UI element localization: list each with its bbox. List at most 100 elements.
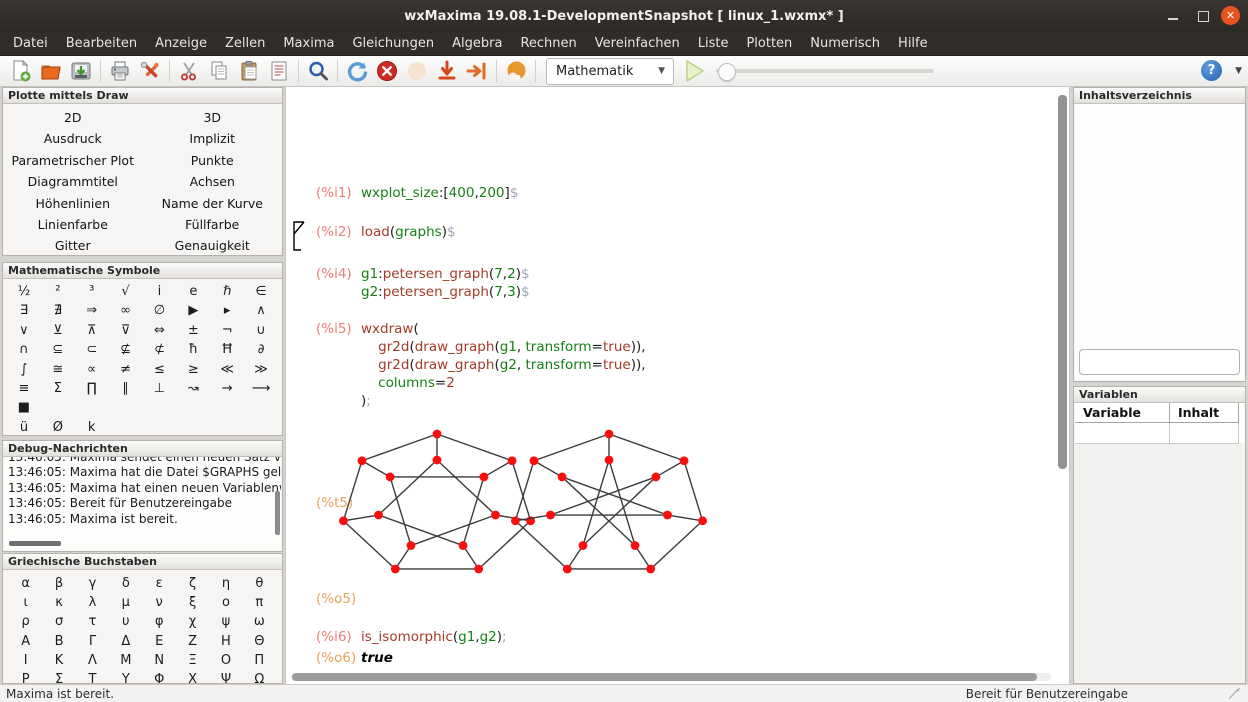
menu-item-maxima[interactable]: Maxima	[274, 32, 343, 55]
math-symbol-button[interactable]: ▶	[176, 301, 210, 320]
greek-letter-button[interactable]: ζ	[176, 574, 209, 593]
table-row[interactable]	[1075, 423, 1239, 444]
math-symbol-button[interactable]: ∫	[7, 360, 41, 379]
select-text-icon[interactable]	[266, 58, 292, 84]
worksheet-cell-i2[interactable]: (%i2)load(graphs)$	[286, 223, 1045, 241]
debug-horizontal-scrollbar[interactable]	[9, 541, 61, 546]
greek-letter-button[interactable]: σ	[42, 612, 75, 631]
menu-item-anzeige[interactable]: Anzeige	[146, 32, 216, 55]
math-symbol-button[interactable]: ħ	[176, 340, 210, 359]
active-cell-bracket[interactable]	[290, 220, 306, 252]
math-symbol-button[interactable]: i	[143, 282, 177, 301]
math-symbol-button[interactable]: ∩	[7, 340, 41, 359]
find-icon[interactable]	[305, 58, 331, 84]
open-icon[interactable]	[38, 58, 64, 84]
math-symbol-button[interactable]: ≤	[143, 360, 177, 379]
greek-letter-button[interactable]: ε	[143, 574, 176, 593]
math-symbol-button[interactable]: ⊄	[143, 340, 177, 359]
math-symbol-button[interactable]: ≠	[109, 360, 143, 379]
greek-letter-button[interactable]: B	[42, 632, 75, 651]
preferences-icon[interactable]	[137, 58, 163, 84]
math-symbol-button[interactable]: Ø	[41, 418, 75, 437]
greek-letter-button[interactable]: Π	[243, 651, 276, 670]
greek-letter-button[interactable]: N	[143, 651, 176, 670]
worksheet-cell-i1[interactable]: (%i1)wxplot_size:[400,200]$	[286, 184, 1045, 202]
math-symbol-button[interactable]: ∂	[244, 340, 278, 359]
greek-letter-button[interactable]: θ	[243, 574, 276, 593]
draw-button-achsen[interactable]: Achsen	[143, 171, 283, 192]
worksheet-cell-o5[interactable]: (%o5)	[286, 590, 1045, 608]
menu-item-vereinfachen[interactable]: Vereinfachen	[586, 32, 689, 55]
save-icon[interactable]	[68, 58, 94, 84]
greek-letter-button[interactable]: A	[9, 632, 42, 651]
math-symbol-button[interactable]: ∃	[7, 301, 41, 320]
greek-letter-button[interactable]: Λ	[76, 651, 109, 670]
menu-item-hilfe[interactable]: Hilfe	[889, 32, 937, 55]
math-symbol-button[interactable]: ∝	[75, 360, 109, 379]
math-symbol-button[interactable]: ∨	[7, 321, 41, 340]
evaluate-till-here-icon[interactable]	[434, 58, 460, 84]
scrollbar-thumb[interactable]	[292, 673, 1037, 681]
math-symbol-button[interactable]: ³	[75, 282, 109, 301]
evaluate-rest-icon[interactable]	[464, 58, 490, 84]
greek-letter-button[interactable]: μ	[109, 593, 142, 612]
animation-slider[interactable]	[716, 59, 934, 83]
menu-item-datei[interactable]: Datei	[4, 32, 57, 55]
greek-letter-button[interactable]: ι	[9, 593, 42, 612]
help-button[interactable]: ?	[1201, 60, 1222, 81]
greek-letter-button[interactable]: I	[9, 651, 42, 670]
menu-item-rechnen[interactable]: Rechnen	[511, 32, 585, 55]
debug-vertical-scrollbar[interactable]	[275, 491, 280, 535]
draw-button-gitter[interactable]: Gitter	[3, 235, 143, 256]
math-symbol-button[interactable]: ≫	[244, 360, 278, 379]
draw-button-höhenlinien[interactable]: Höhenlinien	[3, 193, 143, 214]
draw-button-3d[interactable]: 3D	[143, 107, 283, 128]
menu-item-bearbeiten[interactable]: Bearbeiten	[57, 32, 146, 55]
greek-letter-button[interactable]: δ	[109, 574, 142, 593]
math-symbol-button[interactable]: ↝	[176, 379, 210, 398]
math-symbol-button[interactable]: ▸	[210, 301, 244, 320]
math-symbol-button[interactable]: ⊥	[143, 379, 177, 398]
greek-letter-button[interactable]: χ	[176, 612, 209, 631]
worksheet-cell-i6[interactable]: (%i6)is_isomorphic(g1,g2);	[286, 628, 1045, 646]
cut-icon[interactable]	[176, 58, 202, 84]
wxmaxima-logo-icon[interactable]	[503, 58, 529, 84]
inhalt-cell[interactable]	[1170, 423, 1239, 444]
paste-icon[interactable]	[236, 58, 262, 84]
greek-letter-button[interactable]: η	[209, 574, 242, 593]
math-symbol-button[interactable]: ℏ	[210, 282, 244, 301]
math-symbol-button[interactable]: ⟶	[244, 379, 278, 398]
menu-item-plotten[interactable]: Plotten	[737, 32, 801, 55]
draw-button-name-der-kurve[interactable]: Name der Kurve	[143, 193, 283, 214]
worksheet[interactable]: (%i1)wxplot_size:[400,200]$ (%i2)load(gra…	[285, 87, 1070, 684]
greek-letter-button[interactable]: α	[9, 574, 42, 593]
math-symbol-button[interactable]: ∅	[143, 301, 177, 320]
new-document-icon[interactable]	[8, 58, 34, 84]
draw-button-parametrischer-plot[interactable]: Parametrischer Plot	[3, 150, 143, 171]
math-symbol-button[interactable]: ∞	[109, 301, 143, 320]
greek-letter-button[interactable]: ρ	[9, 612, 42, 631]
draw-button-füllfarbe[interactable]: Füllfarbe	[143, 214, 283, 235]
math-symbol-button[interactable]: ⊽	[109, 321, 143, 340]
math-symbol-button[interactable]: ¬	[210, 321, 244, 340]
greek-letter-button[interactable]: O	[209, 651, 242, 670]
math-symbol-button[interactable]: ∪	[244, 321, 278, 340]
math-symbol-button[interactable]: ²	[41, 282, 75, 301]
greek-letter-button[interactable]: ο	[209, 593, 242, 612]
greek-letter-button[interactable]: κ	[42, 593, 75, 612]
worksheet-cell-i5[interactable]: (%i5)wxdraw( gr2d(draw_graph(g1, transfo…	[286, 320, 1045, 410]
math-symbol-button[interactable]: ½	[7, 282, 41, 301]
greek-letter-button[interactable]: Γ	[76, 632, 109, 651]
math-symbol-button[interactable]: e	[176, 282, 210, 301]
greek-letter-button[interactable]: υ	[109, 612, 142, 631]
restart-maxima-icon[interactable]	[344, 58, 370, 84]
toc-filter-input[interactable]	[1079, 349, 1240, 375]
math-symbol-button[interactable]: ≡	[7, 379, 41, 398]
draw-button-genauigkeit[interactable]: Genauigkeit	[143, 235, 283, 256]
math-symbol-button[interactable]: ⇒	[75, 301, 109, 320]
math-symbol-button[interactable]: ±	[176, 321, 210, 340]
math-symbol-button[interactable]: ∄	[41, 301, 75, 320]
math-symbol-button[interactable]: ü	[7, 418, 41, 437]
draw-button-ausdruck[interactable]: Ausdruck	[3, 128, 143, 149]
math-symbol-button[interactable]: Σ	[41, 379, 75, 398]
